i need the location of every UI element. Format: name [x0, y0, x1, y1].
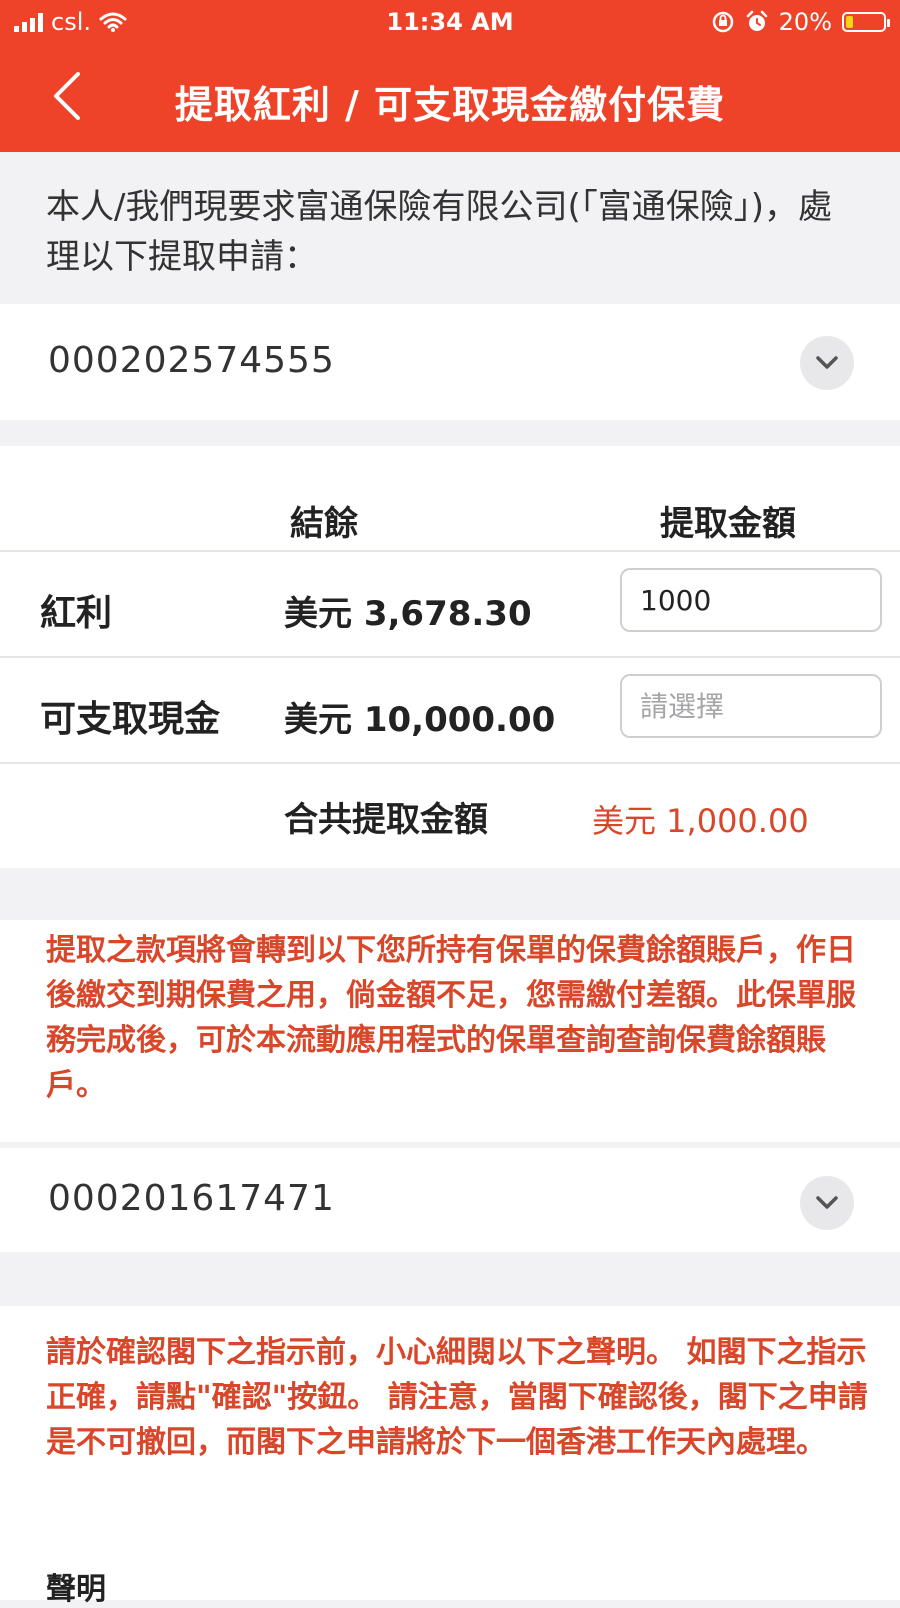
bonus-amount-input[interactable]	[620, 568, 882, 632]
alarm-icon	[746, 10, 767, 31]
nav-bar: 提取紅利 / 可支取現金繳付保費	[0, 46, 900, 152]
battery-icon	[842, 12, 890, 32]
withdraw-table: 結餘 提取金額 紅利 美元 3,678.30 可支取現金 美元 10,000.0…	[0, 446, 900, 868]
transfer-notice: 提取之款項將會轉到以下您所持有保單的保費餘額賬戶，作日後繳交到期保費之用，倘金額…	[0, 920, 900, 1142]
status-right: 20%	[711, 8, 890, 36]
row-balance-bonus: 美元 3,678.30	[284, 594, 532, 634]
divider	[0, 762, 900, 764]
row-label-cash: 可支取現金	[40, 699, 221, 740]
transfer-notice-text: 提取之款項將會轉到以下您所持有保單的保費餘額賬戶，作日後繳交到期保費之用，倘金額…	[46, 933, 856, 1103]
column-header-withdraw-amount: 提取金額	[660, 504, 796, 544]
divider	[0, 550, 900, 552]
row-balance-cash: 美元 10,000.00	[284, 700, 556, 740]
row-label-bonus: 紅利	[40, 593, 113, 634]
cash-amount-select[interactable]	[620, 674, 882, 738]
chevron-down-icon[interactable]	[800, 1176, 854, 1230]
battery-percent: 20%	[778, 8, 832, 36]
divider	[0, 656, 900, 658]
policy-number-2: 000201617471	[48, 1178, 335, 1219]
top-bar: csl. 11:34 AM 20% 提取紅利 / 可支取現金繳付保費	[0, 0, 900, 152]
policy-select-2[interactable]: 000201617471	[0, 1148, 900, 1252]
total-value: 美元 1,000.00	[592, 802, 809, 840]
policy-number-1: 000202574555	[48, 340, 335, 381]
page-title: 提取紅利 / 可支取現金繳付保費	[174, 83, 726, 127]
column-header-balance: 結餘	[290, 504, 358, 544]
confirmation-notice: 請於確認閣下之指示前，小心細閱以下之聲明。 如閣下之指示正確，請點"確認"按鈕。…	[0, 1306, 900, 1607]
rotation-lock-icon	[712, 11, 733, 33]
intro-text: 本人/我們現要求富通保險有限公司(「富通保險」)，處理以下提取申請：	[46, 187, 832, 277]
declaration-title: 聲明	[46, 1572, 106, 1607]
status-bar: csl. 11:34 AM 20%	[0, 0, 900, 46]
confirmation-notice-text: 請於確認閣下之指示前，小心細閱以下之聲明。 如閣下之指示正確，請點"確認"按鈕。…	[46, 1335, 868, 1460]
intro-section: 本人/我們現要求富通保險有限公司(「富通保險」)，處理以下提取申請：	[0, 152, 900, 304]
chevron-down-icon[interactable]	[800, 336, 854, 390]
total-label: 合共提取金額	[284, 800, 488, 840]
battery-fill	[846, 16, 854, 28]
policy-select-1[interactable]: 000202574555	[0, 304, 900, 420]
